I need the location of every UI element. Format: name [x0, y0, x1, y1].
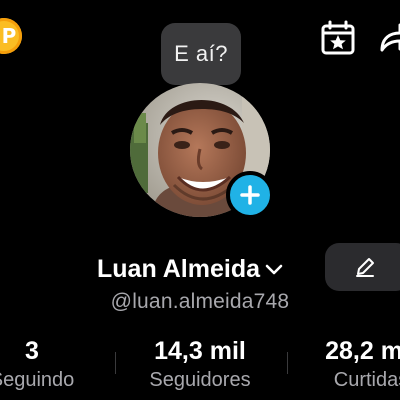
username: @luan.almeida748: [110, 290, 290, 313]
stat-likes-value: 28,2 mil: [325, 337, 400, 365]
stat-following-label: Seguindo: [0, 369, 75, 391]
stat-divider: [115, 352, 116, 374]
coin-button[interactable]: P: [0, 18, 22, 54]
stat-likes-label: Curtidas: [333, 369, 400, 391]
stat-likes[interactable]: 28,2 mil Curtidas: [296, 336, 400, 394]
coin-icon: P: [1, 24, 17, 48]
edit-profile-button[interactable]: [325, 243, 400, 291]
stat-following[interactable]: 3 Seguindo: [0, 336, 102, 394]
profile-name: Luan Almeida: [97, 254, 260, 283]
calendar-star-icon[interactable]: [320, 20, 356, 56]
stat-followers-label: Seguidores: [149, 369, 251, 391]
add-button[interactable]: [226, 171, 274, 219]
pencil-icon: [356, 258, 374, 277]
share-icon[interactable]: [378, 20, 400, 56]
stat-followers[interactable]: 14,3 mil Seguidores: [130, 336, 270, 394]
stat-followers-value: 14,3 mil: [154, 337, 246, 365]
stat-divider: [287, 352, 288, 374]
stat-following-value: 3: [25, 337, 39, 365]
chevron-down-icon: [265, 264, 283, 275]
speech-bubble[interactable]: E aí?: [161, 23, 241, 85]
plus-icon: [240, 185, 260, 205]
account-switcher[interactable]: Luan Almeida: [97, 249, 284, 289]
